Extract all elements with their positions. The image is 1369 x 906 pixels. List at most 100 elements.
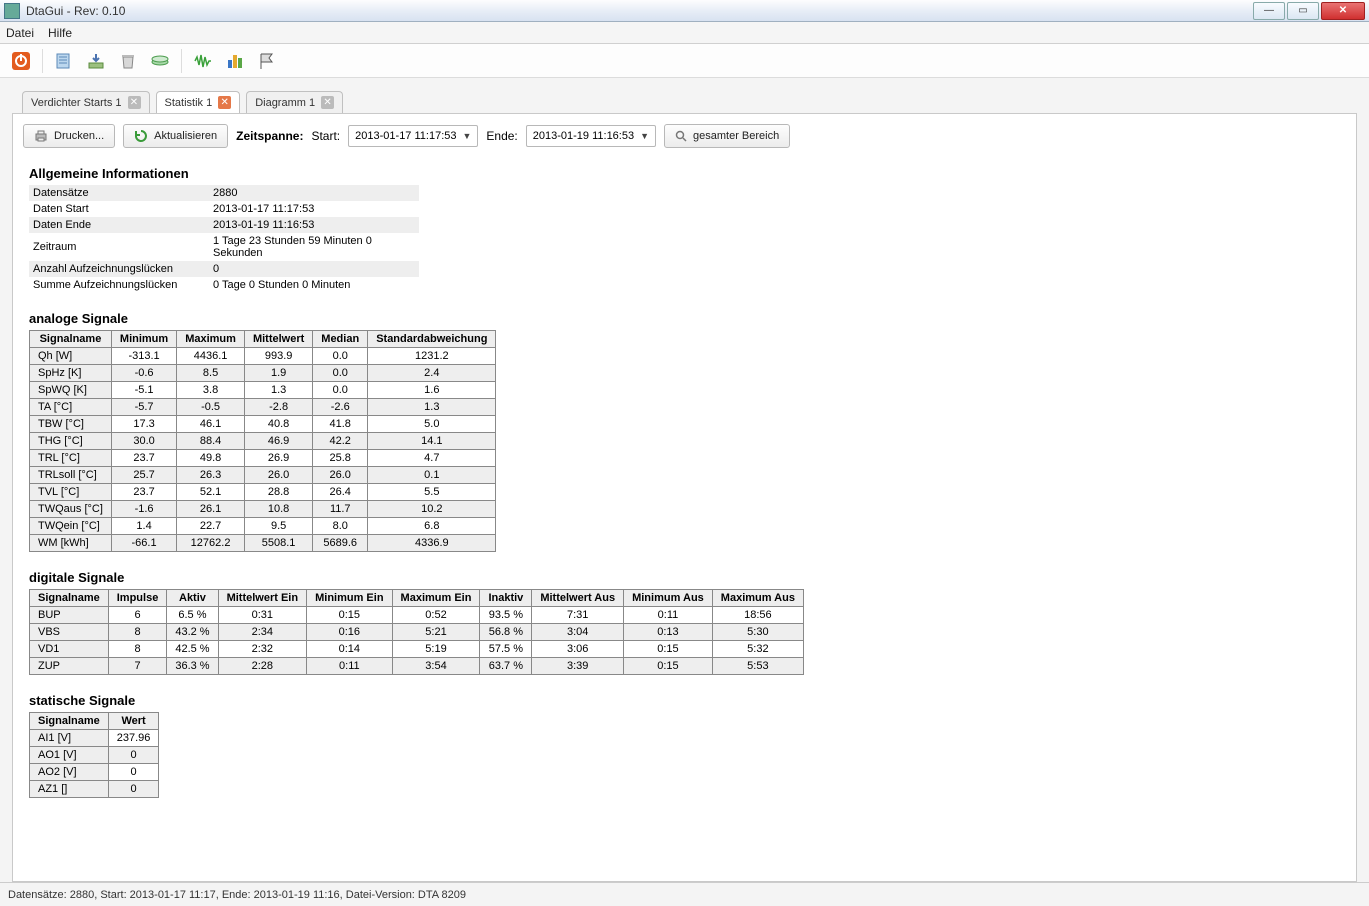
- tab-close-icon[interactable]: ✕: [321, 96, 334, 109]
- cell-value: 10.8: [244, 501, 312, 518]
- cell-value: -0.6: [111, 365, 176, 382]
- cell-value: 23.7: [111, 450, 176, 467]
- column-header: Signalname: [30, 713, 109, 730]
- content-scroll[interactable]: Allgemeine Informationen Datensätze2880D…: [13, 158, 1356, 881]
- cell-value: 0:16: [307, 624, 392, 641]
- info-value: 2013-01-17 11:17:53: [209, 201, 419, 217]
- tab-verdichter-starts[interactable]: Verdichter Starts 1 ✕: [22, 91, 150, 113]
- cell-value: 237.96: [108, 730, 159, 747]
- full-range-button[interactable]: gesamter Bereich: [664, 124, 790, 148]
- cell-value: 6: [108, 607, 167, 624]
- cell-value: 2:34: [218, 624, 307, 641]
- start-label: Start:: [311, 129, 340, 143]
- close-button[interactable]: ✕: [1321, 2, 1365, 20]
- flag-icon[interactable]: [254, 48, 280, 74]
- power-icon[interactable]: [8, 48, 34, 74]
- column-header: Aktiv: [167, 590, 218, 607]
- column-header: Minimum Ein: [307, 590, 392, 607]
- signal-name: AO1 [V]: [30, 747, 109, 764]
- app-icon: [4, 3, 20, 19]
- cell-value: 2.4: [368, 365, 496, 382]
- cell-value: 5508.1: [244, 535, 312, 552]
- signal-name: AI1 [V]: [30, 730, 109, 747]
- toolbar: [0, 44, 1369, 78]
- cell-value: 3:54: [392, 658, 480, 675]
- print-button[interactable]: Drucken...: [23, 124, 115, 148]
- cell-value: 3:06: [532, 641, 624, 658]
- cell-value: 57.5 %: [480, 641, 532, 658]
- file-open-icon[interactable]: [51, 48, 77, 74]
- trash-icon[interactable]: [115, 48, 141, 74]
- general-info-table: Datensätze2880Daten Start2013-01-17 11:1…: [29, 185, 419, 293]
- cell-value: 1.4: [111, 518, 176, 535]
- barchart-icon[interactable]: [222, 48, 248, 74]
- cell-value: -5.7: [111, 399, 176, 416]
- cell-value: 6.8: [368, 518, 496, 535]
- tab-label: Verdichter Starts 1: [31, 97, 122, 109]
- start-datetime-value: 2013-01-17 11:17:53: [355, 130, 456, 142]
- cell-value: 26.3: [177, 467, 245, 484]
- cell-value: 0:13: [624, 624, 713, 641]
- info-key: Zeitraum: [29, 233, 209, 261]
- cell-value: 0.0: [313, 382, 368, 399]
- signal-name: AZ1 []: [30, 781, 109, 798]
- cell-value: 63.7 %: [480, 658, 532, 675]
- info-value: 0 Tage 0 Stunden 0 Minuten: [209, 277, 419, 293]
- cell-value: 17.3: [111, 416, 176, 433]
- column-header: Median: [313, 331, 368, 348]
- print-label: Drucken...: [54, 130, 104, 142]
- window-title: DtaGui - Rev: 0.10: [26, 4, 125, 18]
- cell-value: 36.3 %: [167, 658, 218, 675]
- waveform-icon[interactable]: [190, 48, 216, 74]
- cell-value: 0:15: [307, 607, 392, 624]
- cell-value: 22.7: [177, 518, 245, 535]
- cell-value: 0:31: [218, 607, 307, 624]
- full-range-label: gesamter Bereich: [693, 130, 779, 142]
- menu-help[interactable]: Hilfe: [48, 26, 72, 40]
- maximize-button[interactable]: ▭: [1287, 2, 1319, 20]
- cell-value: 3:39: [532, 658, 624, 675]
- analog-table: SignalnameMinimumMaximumMittelwertMedian…: [29, 330, 496, 552]
- column-header: Maximum Aus: [712, 590, 803, 607]
- signal-name: VBS: [30, 624, 109, 641]
- chevron-down-icon: ▼: [462, 131, 471, 141]
- refresh-button[interactable]: Aktualisieren: [123, 124, 228, 148]
- cell-value: 28.8: [244, 484, 312, 501]
- cell-value: 46.1: [177, 416, 245, 433]
- cell-value: 56.8 %: [480, 624, 532, 641]
- cell-value: 4336.9: [368, 535, 496, 552]
- tab-statistik[interactable]: Statistik 1 ✕: [156, 91, 241, 113]
- status-text: Datensätze: 2880, Start: 2013-01-17 11:1…: [8, 889, 466, 901]
- timespan-label: Zeitspanne:: [236, 129, 303, 143]
- cell-value: 4.7: [368, 450, 496, 467]
- column-header: Mittelwert Aus: [532, 590, 624, 607]
- cell-value: 26.9: [244, 450, 312, 467]
- signal-name: THG [°C]: [30, 433, 112, 450]
- cell-value: -66.1: [111, 535, 176, 552]
- cell-value: -313.1: [111, 348, 176, 365]
- signal-name: TA [°C]: [30, 399, 112, 416]
- download-icon[interactable]: [83, 48, 109, 74]
- cell-value: 6.5 %: [167, 607, 218, 624]
- magnifier-icon: [675, 130, 687, 142]
- minimize-button[interactable]: —: [1253, 2, 1285, 20]
- menu-file[interactable]: Datei: [6, 26, 34, 40]
- tab-diagramm[interactable]: Diagramm 1 ✕: [246, 91, 343, 113]
- tab-close-icon[interactable]: ✕: [128, 96, 141, 109]
- cell-value: 7:31: [532, 607, 624, 624]
- tabs-row: Verdichter Starts 1 ✕ Statistik 1 ✕ Diag…: [12, 88, 1357, 114]
- cell-value: 0: [108, 781, 159, 798]
- cell-value: 43.2 %: [167, 624, 218, 641]
- signal-name: WM [kWh]: [30, 535, 112, 552]
- column-header: Signalname: [30, 590, 109, 607]
- signal-name: TWQaus [°C]: [30, 501, 112, 518]
- digital-table: SignalnameImpulseAktivMittelwert EinMini…: [29, 589, 804, 675]
- menubar: Datei Hilfe: [0, 22, 1369, 44]
- disk-icon[interactable]: [147, 48, 173, 74]
- tab-close-icon[interactable]: ✕: [218, 96, 231, 109]
- window-titlebar: DtaGui - Rev: 0.10 — ▭ ✕: [0, 0, 1369, 22]
- start-datetime-dropdown[interactable]: 2013-01-17 11:17:53 ▼: [348, 125, 478, 147]
- cell-value: 88.4: [177, 433, 245, 450]
- cell-value: -0.5: [177, 399, 245, 416]
- end-datetime-dropdown[interactable]: 2013-01-19 11:16:53 ▼: [526, 125, 656, 147]
